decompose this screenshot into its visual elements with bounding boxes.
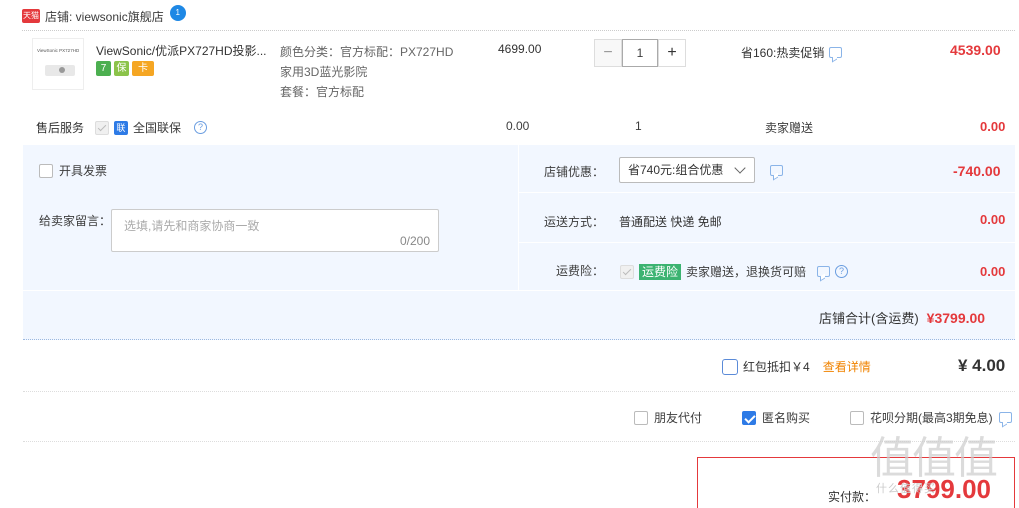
panel-divider <box>518 145 519 290</box>
increase-button[interactable]: + <box>658 39 686 67</box>
thumbnail-brand: ViewSonic PX727HD <box>37 48 80 53</box>
divider <box>22 30 1015 31</box>
seven-day-return-icon[interactable]: 7 <box>96 61 111 76</box>
help-icon[interactable]: ? <box>194 121 208 134</box>
decrease-button[interactable]: − <box>594 39 622 67</box>
tmall-badge: 天猫 <box>22 9 40 23</box>
insurance-option: 运费险 卖家赠送，退换货可赔 ? <box>620 263 849 280</box>
insurance-desc: 卖家赠送，退换货可赔 <box>686 265 807 279</box>
quantity-stepper: − 1 + <box>594 39 690 67</box>
promo-label: 省160:热卖促销 <box>741 46 825 60</box>
store-header: 天猫 店铺: viewsonic旗舰店 1 <box>22 5 186 26</box>
product-thumbnail[interactable]: ViewSonic PX727HD <box>32 38 84 90</box>
sku-model: 家用3D蓝光影院 <box>280 65 368 79</box>
message-icon[interactable] <box>770 165 783 176</box>
panel-line <box>518 192 1015 193</box>
item-total: 4539.00 <box>950 42 1001 58</box>
invoice-checkbox[interactable] <box>39 163 53 178</box>
store-total: 店铺合计(含运费) ¥3799.00 <box>819 308 985 327</box>
huabei-checkbox[interactable] <box>850 410 864 425</box>
store-total-amount: ¥3799.00 <box>926 309 986 326</box>
warranty-icon: 联 <box>114 120 128 135</box>
product-title[interactable]: ViewSonic/优派PX727HD投影... <box>96 42 267 59</box>
anonymous-checkbox[interactable] <box>742 410 756 425</box>
message-textarea[interactable]: 选填,请先和商家协商一致 0/200 <box>111 209 439 252</box>
discount-select[interactable]: 省740元:组合优惠 <box>619 157 755 183</box>
discount-amount: -740.00 <box>953 163 1001 179</box>
credit-card-icon[interactable]: 卡 <box>132 61 154 76</box>
store-name[interactable]: 店铺: viewsonic旗舰店 <box>45 8 164 25</box>
service-total: 0.00 <box>980 119 1006 134</box>
anonymous-label[interactable]: 匿名购买 <box>762 409 810 426</box>
store-total-label: 店铺合计(含运费) <box>819 311 919 326</box>
redpacket-amount: ¥ 4.00 <box>958 356 1006 375</box>
shipping-label: 运送方式： <box>544 215 605 229</box>
redpacket-details-link[interactable]: 查看详情 <box>823 358 871 375</box>
service-price: 0.00 <box>506 119 530 133</box>
discount-selected: 省740元:组合优惠 <box>628 163 724 177</box>
quantity-input[interactable]: 1 <box>622 39 658 67</box>
panel-line <box>518 242 1015 243</box>
unit-price: 4699.00 <box>498 42 542 56</box>
friend-pay-option: 朋友代付 <box>634 409 702 426</box>
redpacket-checkbox[interactable] <box>722 358 738 375</box>
shipping-amount: 0.00 <box>980 212 1006 227</box>
discount-label: 店铺优惠： <box>544 165 605 179</box>
friend-pay-label[interactable]: 朋友代付 <box>654 409 702 426</box>
invoice-label[interactable]: 开具发票 <box>59 162 107 179</box>
anonymous-option: 匿名购买 <box>742 409 810 426</box>
redpacket-label: 红包抵扣￥4 <box>743 360 810 374</box>
service-gift: 卖家赠送 <box>765 121 814 135</box>
message-icon[interactable] <box>998 412 1012 423</box>
message-icon[interactable] <box>817 266 831 277</box>
message-char-count: 0/200 <box>399 234 430 248</box>
service-checkbox[interactable] <box>95 120 109 135</box>
insurance-checkbox[interactable] <box>620 264 634 279</box>
service-option: 联 全国联保 ? <box>95 119 208 136</box>
redpacket-option: 红包抵扣￥4 查看详情 <box>722 358 871 375</box>
wangwang-chat-icon[interactable]: 1 <box>169 5 186 21</box>
friend-pay-checkbox[interactable] <box>634 410 648 425</box>
sku-package: 套餐：官方标配 <box>280 85 365 99</box>
sku-color: 颜色分类：官方标配：PX727HD <box>280 45 454 59</box>
shipping-value: 普通配送 快递 免邮 <box>619 215 722 229</box>
insurance-amount: 0.00 <box>980 264 1006 279</box>
watermark-logo: 值值值 <box>870 433 998 484</box>
service-label: 售后服务 <box>36 121 85 135</box>
watermark-text: 什么值得买 <box>876 483 936 495</box>
service-qty: 1 <box>635 119 642 133</box>
message-label: 给卖家留言： <box>39 214 112 228</box>
service-name: 全国联保 <box>133 121 182 135</box>
insurance-label: 运费险： <box>556 264 605 278</box>
guarantee-icon[interactable]: 保 <box>114 61 129 76</box>
projector-lens <box>59 67 65 73</box>
message-icon[interactable] <box>829 47 843 58</box>
divider <box>23 391 1015 392</box>
insurance-tag: 运费险 <box>639 263 682 280</box>
pay-label: 实付款： <box>828 490 877 504</box>
message-placeholder: 选填,请先和商家协商一致 <box>124 219 260 233</box>
sku-info: 颜色分类：官方标配：PX727HD 家用3D蓝光影院 套餐：官方标配 <box>280 42 453 102</box>
chevron-down-icon <box>734 162 746 174</box>
product-badges: 7 保 卡 <box>96 61 154 76</box>
panel-line <box>23 290 1015 291</box>
divider <box>23 441 1015 442</box>
invoice-option: 开具发票 <box>39 162 107 179</box>
help-icon[interactable]: ? <box>835 265 849 278</box>
promo-info: 省160:热卖促销 <box>741 44 843 61</box>
